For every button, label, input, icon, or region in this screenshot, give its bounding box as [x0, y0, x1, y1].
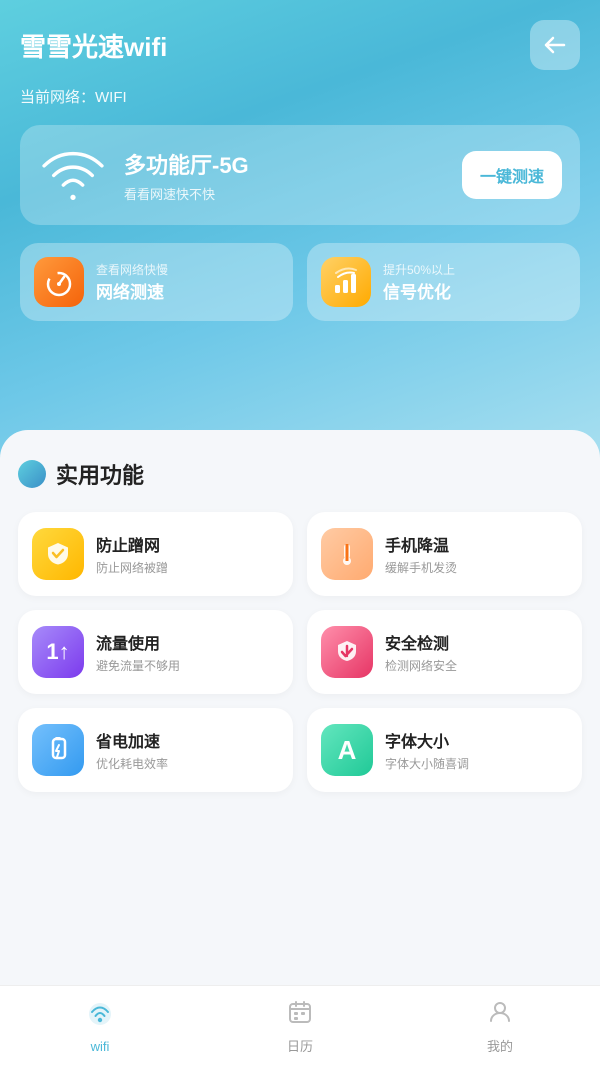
utility-main-0: 防止蹭网	[96, 532, 168, 556]
feature-text-signal: 提升50%以上 信号优化	[383, 261, 455, 303]
section-dot	[18, 460, 46, 488]
font-size-icon: A	[321, 724, 373, 776]
utility-sub-2: 避免流量不够用	[96, 657, 180, 674]
app-container: 雪雪光速wifi 当前网络：WIFI 多功能厅-5G 看看网速快不快 一键测速	[0, 0, 600, 1067]
utility-grid: 防止蹭网 防止网络被蹭 手机降温 缓解手机发烫	[18, 512, 582, 792]
nav-item-profile[interactable]: 我的	[400, 999, 600, 1055]
utility-text-prevent-freeload: 防止蹭网 防止网络被蹭	[96, 532, 168, 576]
wifi-info: 多功能厅-5G 看看网速快不快	[124, 148, 462, 203]
utility-sub-5: 字体大小随喜调	[385, 755, 469, 772]
feature-card-signal[interactable]: 提升50%以上 信号优化	[307, 243, 580, 321]
wifi-name: 多功能厅-5G	[124, 148, 462, 180]
feature-sub-speed: 查看网络快慢	[96, 261, 168, 278]
speed-test-button[interactable]: 一键测速	[462, 151, 562, 199]
utility-sub-3: 检测网络安全	[385, 657, 457, 674]
utility-security-check[interactable]: 安全检测 检测网络安全	[307, 610, 582, 694]
utility-text-security: 安全检测 检测网络安全	[385, 630, 457, 674]
utility-main-5: 字体大小	[385, 728, 469, 752]
utility-data-usage[interactable]: 1↑ 流量使用 避免流量不够用	[18, 610, 293, 694]
font-size-text-icon: A	[338, 735, 357, 766]
data-usage-icon: 1↑	[32, 626, 84, 678]
speed-feature-icon	[34, 257, 84, 307]
utility-main-1: 手机降温	[385, 532, 457, 556]
utility-text-data-usage: 流量使用 避免流量不够用	[96, 630, 180, 674]
utility-sub-1: 缓解手机发烫	[385, 559, 457, 576]
wifi-nav-label: wifi	[91, 1039, 110, 1054]
utility-text-phone-cooling: 手机降温 缓解手机发烫	[385, 532, 457, 576]
utility-sub-0: 防止网络被蹭	[96, 559, 168, 576]
profile-nav-icon	[487, 999, 513, 1032]
wifi-nav-icon	[86, 1000, 114, 1035]
bottom-nav: wifi 日历	[0, 985, 600, 1067]
wifi-large-icon	[38, 145, 108, 205]
feature-row: 查看网络快慢 网络测速 提升50%以上 信号优化	[20, 243, 580, 321]
bottom-section: 实用功能 防止蹭网 防止网络被蹭	[0, 430, 600, 1010]
utility-phone-cooling[interactable]: 手机降温 缓解手机发烫	[307, 512, 582, 596]
section-title: 实用功能	[56, 458, 144, 490]
utility-main-4: 省电加速	[96, 728, 168, 752]
feature-sub-signal: 提升50%以上	[383, 261, 455, 278]
signal-feature-icon	[321, 257, 371, 307]
app-title: 雪雪光速wifi	[20, 27, 167, 64]
network-label: 当前网络：WIFI	[20, 86, 580, 107]
prevent-freeload-icon	[32, 528, 84, 580]
power-save-icon	[32, 724, 84, 776]
utility-font-size[interactable]: A 字体大小 字体大小随喜调	[307, 708, 582, 792]
wifi-subtitle: 看看网速快不快	[124, 184, 462, 203]
section-title-wrap: 实用功能	[18, 458, 582, 490]
utility-text-power-save: 省电加速 优化耗电效率	[96, 728, 168, 772]
data-usage-text-icon: 1↑	[46, 639, 69, 665]
header: 雪雪光速wifi	[20, 20, 580, 70]
feature-text-speed: 查看网络快慢 网络测速	[96, 261, 168, 303]
utility-main-3: 安全检测	[385, 630, 457, 654]
feature-card-speed[interactable]: 查看网络快慢 网络测速	[20, 243, 293, 321]
utility-prevent-freeload[interactable]: 防止蹭网 防止网络被蹭	[18, 512, 293, 596]
utility-main-2: 流量使用	[96, 630, 180, 654]
top-section: 雪雪光速wifi 当前网络：WIFI 多功能厅-5G 看看网速快不快 一键测速	[0, 0, 600, 460]
nav-item-wifi[interactable]: wifi	[0, 1000, 200, 1054]
nav-item-calendar[interactable]: 日历	[200, 999, 400, 1055]
utility-text-font-size: 字体大小 字体大小随喜调	[385, 728, 469, 772]
wifi-card: 多功能厅-5G 看看网速快不快 一键测速	[20, 125, 580, 225]
feature-main-signal: 信号优化	[383, 278, 455, 303]
security-check-icon	[321, 626, 373, 678]
profile-nav-label: 我的	[487, 1036, 513, 1055]
back-button[interactable]	[530, 20, 580, 70]
utility-sub-4: 优化耗电效率	[96, 755, 168, 772]
utility-power-save[interactable]: 省电加速 优化耗电效率	[18, 708, 293, 792]
feature-main-speed: 网络测速	[96, 278, 168, 303]
calendar-nav-label: 日历	[287, 1036, 313, 1055]
phone-cooling-icon	[321, 528, 373, 580]
calendar-nav-icon	[287, 999, 313, 1032]
